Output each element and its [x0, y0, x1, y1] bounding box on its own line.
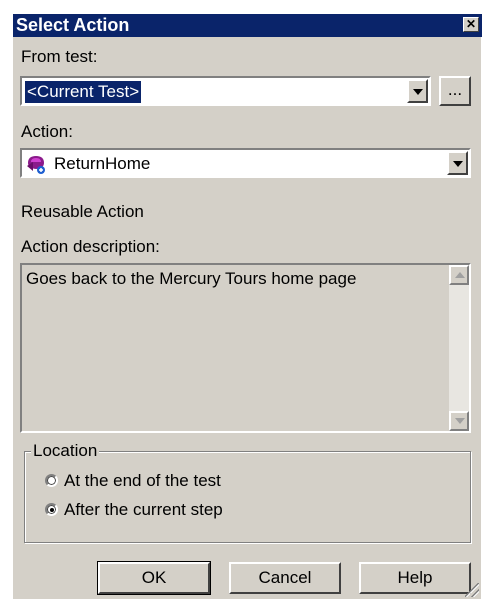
dialog-title: Select Action — [16, 15, 130, 35]
from-test-dropdown-icon[interactable] — [407, 79, 428, 103]
action-value: ReturnHome — [54, 154, 151, 173]
action-dropdown-icon[interactable] — [447, 151, 468, 175]
reusable-action-text: Reusable Action — [21, 202, 144, 221]
cancel-button[interactable]: Cancel — [229, 562, 341, 594]
description-label: Action description: — [21, 237, 160, 256]
radio-end-of-test-label: At the end of the test — [64, 471, 221, 490]
action-label: Action: — [21, 122, 73, 141]
location-groupbox: Location At the end of the test After th… — [24, 441, 471, 543]
reusable-action-icon — [27, 156, 45, 174]
help-button[interactable]: Help — [359, 562, 471, 594]
action-combobox[interactable]: ReturnHome — [20, 148, 471, 178]
close-icon[interactable]: ✕ — [463, 17, 479, 32]
description-scrollbar[interactable] — [449, 265, 469, 431]
radio-after-current-step-button[interactable] — [45, 503, 58, 516]
from-test-combobox[interactable]: <Current Test> — [20, 76, 431, 106]
select-action-dialog: Select Action ✕ From test: <Current Test… — [12, 13, 482, 599]
description-text: Goes back to the Mercury Tours home page — [26, 269, 357, 288]
title-bar[interactable]: Select Action ✕ — [13, 14, 482, 37]
resize-grip-icon[interactable] — [465, 583, 479, 597]
from-test-value: <Current Test> — [25, 81, 142, 103]
ok-button[interactable]: OK — [97, 561, 211, 595]
scroll-up-icon[interactable] — [449, 265, 469, 285]
radio-after-current-step-label: After the current step — [64, 500, 223, 519]
radio-end-of-test-button[interactable] — [45, 474, 58, 487]
scroll-down-icon[interactable] — [449, 411, 469, 431]
browse-button[interactable]: ... — [439, 76, 471, 106]
location-legend: Location — [31, 441, 100, 461]
from-test-label: From test: — [21, 47, 98, 66]
description-textarea[interactable]: Goes back to the Mercury Tours home page — [20, 263, 471, 433]
